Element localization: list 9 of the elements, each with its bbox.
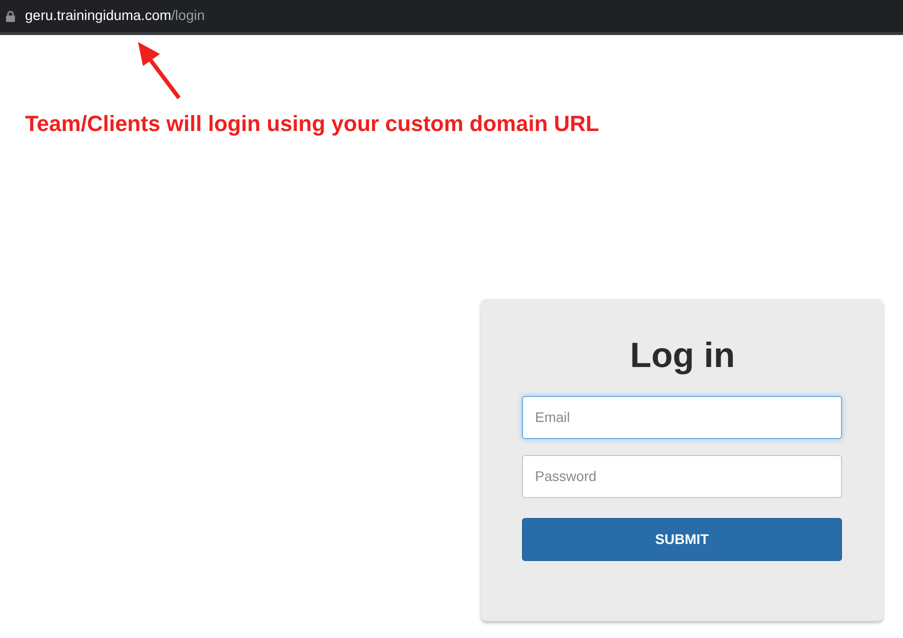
url-host: geru.trainingiduma.com <box>25 7 172 23</box>
lock-icon <box>6 10 15 22</box>
annotation-text: Team/Clients will login using your custom domain URL <box>25 110 600 138</box>
login-title: Log in <box>629 337 736 376</box>
address-bar[interactable]: geru.trainingiduma.com/login <box>0 0 903 35</box>
input-field[interactable]: Password <box>522 454 842 498</box>
submit-button[interactable]: SUBMIT <box>522 518 842 560</box>
url-path: /login <box>171 7 205 23</box>
input-field[interactable]: Email <box>522 396 842 438</box>
